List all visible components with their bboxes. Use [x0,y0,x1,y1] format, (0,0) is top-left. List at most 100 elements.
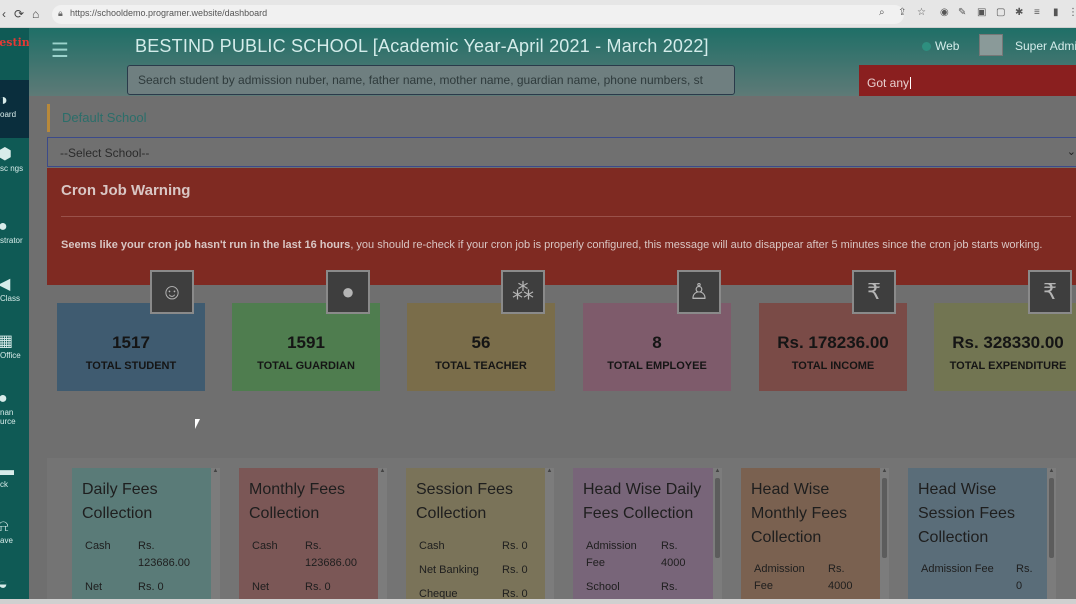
guardian-icon: ● [326,270,370,314]
fee-row-label: Net [252,581,270,593]
panel-title: Daily Fees Collection [82,481,158,522]
scroll-up-icon[interactable]: ▲ [545,468,554,474]
fee-row-value: Rs. 0 [138,581,164,593]
cron-warning-title: Cron Job Warning [61,182,191,199]
rupee-icon: ₹ [852,270,896,314]
fee-row-label: Admission Fee [586,540,637,569]
administrator-icon: ● [0,218,8,235]
fee-row-label: Cash [419,540,445,552]
address-bar[interactable]: 🔒︎ https://schooldemo.programer.website/… [52,5,904,24]
sidebar-item-label: Office [0,351,21,360]
extension-icon-3[interactable]: ▢ [996,7,1005,18]
panel-scrollbar[interactable]: ▲ [211,468,220,604]
stat-card-total-teacher[interactable]: 56 TOTAL TEACHER [407,303,555,391]
class-icon: ◀ [0,276,11,293]
panel-scrollbar[interactable]: ▲ [545,468,554,604]
sidebar-item-label: ck [0,480,8,489]
sidebar-item-leave[interactable]: ⍾ ave [0,518,29,558]
leave-icon: ⍾ [0,518,9,535]
panel-head-wise-daily-fees: Head Wise Daily Fees Collection Admissio… [573,468,713,604]
sidebar-item-class[interactable]: ◀ Class [0,276,29,316]
fee-row-value: Rs. 4000 [661,540,686,569]
user-menu[interactable]: Super Admin [1015,39,1076,53]
url-text: https://schooldemo.programer.website/das… [70,8,268,18]
reload-icon[interactable]: ⟳ [14,7,24,21]
fee-row-label: School [586,581,620,593]
browser-toolbar: ‹ ⟳ ⌂ 🔒︎ https://schooldemo.programer.we… [0,0,1076,28]
panel-scrollbar[interactable]: ▲ [713,468,722,604]
stat-label: TOTAL EXPENDITURE [949,360,1067,372]
stat-card-total-student[interactable]: 1517 TOTAL STUDENT [57,303,205,391]
sidebar-item-book[interactable]: ▬ ck [0,462,29,502]
sidebar-item-front-office[interactable]: ▦ Office [0,333,29,373]
hamburger-menu-icon[interactable]: ☰ [51,38,73,63]
globe-icon [922,42,931,51]
sidebar-item-label: Class [0,294,21,303]
rupee-icon: ₹ [1028,270,1072,314]
scrollbar-thumb[interactable] [1049,478,1054,558]
sidebar-item-label: nan urce [0,408,16,426]
sidebar: Bestind ◑ oard ⬢ sc ngs ● strator ◀ Clas… [0,28,29,604]
scroll-up-icon[interactable]: ▲ [378,468,387,474]
chevron-down-icon: ⌄ [1066,146,1076,158]
scroll-up-icon[interactable]: ▲ [211,468,220,474]
scrollbar-thumb[interactable] [882,478,887,558]
fee-row-value: Rs. 123686.00 [138,540,190,569]
menu-icon[interactable]: ⋮ [1068,7,1076,18]
translate-icon[interactable]: ▣ [977,7,986,18]
panel-title: Monthly Fees Collection [249,481,346,522]
human-resource-icon: ● [0,390,8,407]
web-link[interactable]: Web [922,39,959,53]
avatar[interactable] [979,34,1003,56]
search-input[interactable] [127,65,735,95]
fee-row-label: Admission Fee [754,563,805,592]
stat-value: 1591 [287,333,325,352]
fee-row-value: Rs. [661,581,678,593]
sidebar-item-label: strator [0,236,23,245]
employee-icon: ♙ [677,270,721,314]
extension-icon-1[interactable]: ◉ [940,7,949,18]
sidepanel-icon[interactable]: ▮ [1053,7,1059,18]
stat-card-total-employee[interactable]: 8 TOTAL EMPLOYEE [583,303,731,391]
bookmark-star-icon[interactable]: ☆ [917,7,926,18]
office-icon: ▦ [0,333,14,350]
chat-widget-input[interactable]: Got any [859,65,1076,96]
reading-list-icon[interactable]: ≡ [1034,7,1040,18]
panel-monthly-fees: Monthly Fees Collection Cash Rs. 123686.… [239,468,379,604]
panel-head-wise-session-fees: Head Wise Session Fees Collection Admiss… [908,468,1048,604]
panel-scrollbar[interactable]: ▲ [1047,468,1056,604]
sidebar-item-basic-settings[interactable]: ⬢ sc ngs [0,146,29,204]
teacher-icon: ⁂ [501,270,545,314]
scroll-up-icon[interactable]: ▲ [1047,468,1056,474]
fee-row-value: Rs. 4000 [828,563,853,592]
share-icon[interactable]: ⇪ [898,7,906,18]
window-bottom-edge [0,599,1076,604]
back-icon[interactable]: ‹ [2,7,6,21]
sidebar-item-label: oard [0,110,17,119]
text-cursor [910,77,912,89]
panel-scrollbar[interactable]: ▲ [880,468,889,604]
scroll-up-icon[interactable]: ▲ [880,468,889,474]
school-select[interactable]: --Select School-- ⌄ [47,137,1076,167]
divider [61,216,1071,217]
stat-card-total-income[interactable]: Rs. 178236.00 TOTAL INCOME [759,303,907,391]
sidebar-item-human-resource[interactable]: ● nan urce [0,390,29,446]
zoom-icon[interactable]: ⌕ [879,7,885,18]
scroll-up-icon[interactable]: ▲ [713,468,722,474]
more-icon: ◒ [0,576,8,593]
sidebar-item-administrator[interactable]: ● strator [0,218,29,258]
home-icon[interactable]: ⌂ [32,7,39,21]
panel-scrollbar[interactable]: ▲ [378,468,387,604]
panel-title: Head Wise Daily Fees Collection [583,481,702,522]
stat-card-total-expenditure[interactable]: Rs. 328330.00 TOTAL EXPENDITURE [934,303,1076,391]
scrollbar-thumb[interactable] [715,478,720,558]
extension-icon-2[interactable]: ✎ [958,7,966,18]
stat-label: TOTAL STUDENT [85,360,177,372]
panel-head-wise-monthly-fees: Head Wise Monthly Fees Collection Admiss… [741,468,881,604]
default-school-heading: Default School [47,104,159,132]
fee-row-label: Net [85,581,103,593]
stat-card-total-guardian[interactable]: 1591 TOTAL GUARDIAN [232,303,380,391]
puzzle-icon[interactable]: ✱ [1015,7,1023,18]
top-header: ☰ BESTIND PUBLIC SCHOOL [Academic Year-A… [29,28,1076,96]
sidebar-item-dashboard[interactable]: ◑ oard [0,80,29,138]
